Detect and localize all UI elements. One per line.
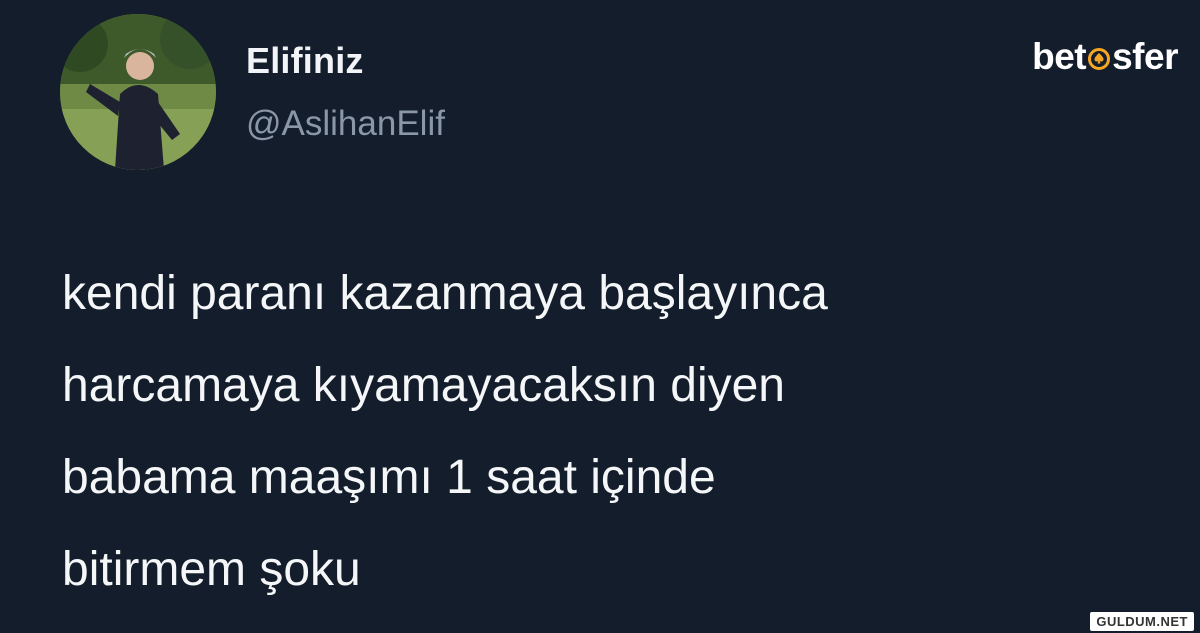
watermark-text-start: bet (1032, 36, 1087, 77)
tweet-text-line: harcamaya kıyamayacaksın diyen (62, 359, 785, 412)
site-watermark: GULDUM.NET (1090, 612, 1194, 631)
spade-ring-icon (1087, 47, 1111, 71)
avatar[interactable] (60, 14, 216, 170)
user-handle[interactable]: @AslihanElif (246, 104, 445, 144)
tweet-text-line: kendi paranı kazanmaya başlayınca (62, 267, 828, 320)
tweet-text: kendi paranı kazanmaya başlayınca harcam… (62, 248, 1122, 616)
tweet-text-line: babama maaşımı 1 saat içinde (62, 451, 716, 504)
watermark-text-end: sfer (1112, 36, 1178, 77)
avatar-photo (60, 14, 216, 170)
brand-watermark: bet sfer (1032, 36, 1178, 78)
tweet-text-line: bitirmem şoku (62, 543, 361, 596)
tweet-card: Elifiniz @AslihanElif kendi paranı kazan… (0, 0, 1200, 633)
display-name[interactable]: Elifiniz (246, 40, 364, 82)
